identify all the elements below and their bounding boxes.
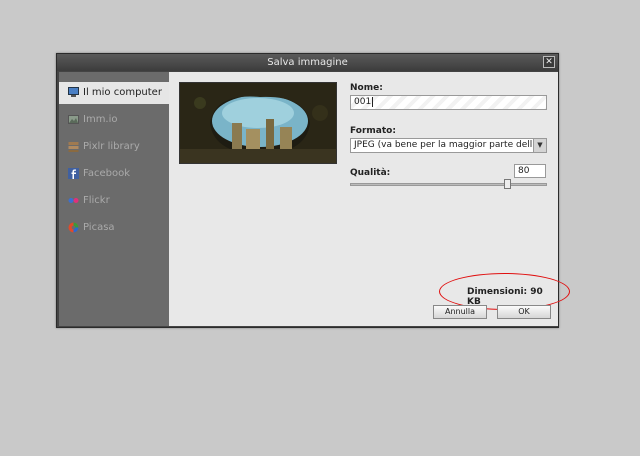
quality-slider-handle[interactable] — [504, 179, 511, 189]
sidebar-item-label: Flickr — [83, 195, 110, 206]
picasa-icon — [68, 222, 79, 233]
dialog-title: Salva immagine — [267, 57, 348, 68]
save-image-dialog: Salva immagine ✕ Il mio computer Imm.io … — [56, 53, 570, 328]
quality-value: 80 — [518, 166, 530, 176]
sidebar-item-pixlr-library[interactable]: Pixlr library — [59, 136, 169, 158]
sidebar-item-picasa[interactable]: Picasa — [59, 217, 169, 239]
sidebar-item-imm-io[interactable]: Imm.io — [59, 109, 169, 131]
image-preview — [179, 82, 337, 164]
format-label: Formato: — [350, 126, 396, 136]
sidebar-item-label: Il mio computer — [83, 87, 162, 98]
filename-input[interactable]: 001 — [350, 95, 547, 110]
sidebar-item-label: Pixlr library — [83, 141, 140, 152]
sidebar-item-flickr[interactable]: Flickr — [59, 190, 169, 212]
close-icon: ✕ — [545, 57, 553, 67]
flickr-icon — [68, 195, 79, 206]
chevron-down-icon[interactable]: ▼ — [533, 139, 546, 152]
format-select[interactable]: JPEG (va bene per la maggior parte dell … — [350, 138, 547, 153]
format-value: JPEG (va bene per la maggior parte dell — [354, 140, 533, 150]
destination-sidebar: Il mio computer Imm.io Pixlr library Fac… — [59, 72, 169, 326]
library-icon — [68, 141, 79, 152]
sidebar-item-my-computer[interactable]: Il mio computer — [59, 82, 169, 104]
sidebar-item-facebook[interactable]: Facebook — [59, 163, 169, 185]
filename-value: 001 — [354, 97, 372, 107]
name-label: Nome: — [350, 83, 383, 93]
save-options-panel: Nome: 001 Formato: JPEG (va bene per la … — [169, 72, 570, 326]
sidebar-item-label: Picasa — [83, 222, 115, 233]
close-button[interactable]: ✕ — [543, 56, 555, 68]
facebook-icon — [68, 168, 79, 179]
quality-slider[interactable] — [350, 179, 547, 189]
quality-input[interactable]: 80 — [514, 164, 546, 178]
sidebar-item-label: Imm.io — [83, 114, 118, 125]
image-icon — [68, 114, 79, 125]
computer-icon — [68, 87, 79, 98]
cancel-button[interactable]: Annulla — [433, 305, 487, 319]
ok-button[interactable]: OK — [497, 305, 551, 319]
sidebar-item-label: Facebook — [83, 168, 130, 179]
dialog-titlebar[interactable]: Salva immagine ✕ — [57, 54, 558, 71]
file-size-text: Dimensioni: 90 KB — [467, 287, 543, 307]
quality-label: Qualità: — [350, 168, 391, 178]
